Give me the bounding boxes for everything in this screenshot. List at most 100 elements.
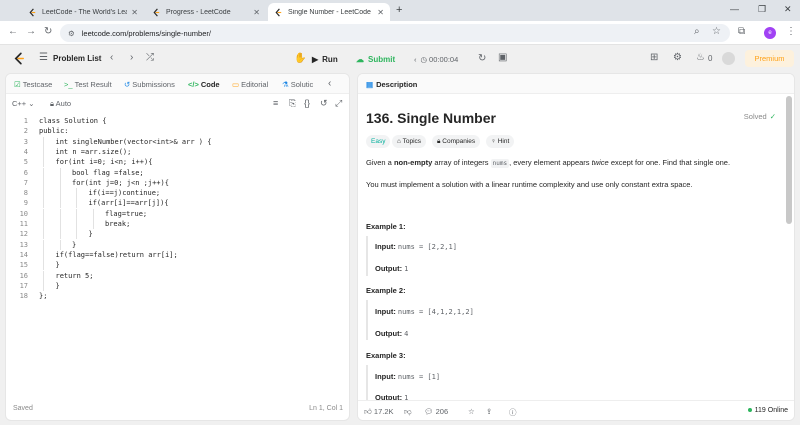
code-panel: ☑ Testcase >_ Test Result ↺ Submissions </>…: [5, 73, 350, 421]
previous-problem-icon[interactable]: ‹: [110, 52, 113, 63]
code-line[interactable]: 18};: [6, 291, 349, 301]
leetcode-header: ☰ Problem List ‹ › ⤮ ✋ ▶ Run ☁ Submit ‹ …: [0, 45, 800, 72]
code-line[interactable]: 12}: [6, 229, 349, 240]
fullscreen-icon[interactable]: ⤢: [335, 98, 342, 109]
code-line[interactable]: 7 for(int j=0; j<n ;j++){: [6, 177, 349, 188]
tab-test-result[interactable]: >_ Test Result: [64, 80, 112, 89]
description-scrollbar[interactable]: [786, 96, 792, 400]
example-output: Output: 1: [375, 264, 408, 273]
hint-tag[interactable]: ♀ Hint: [486, 135, 515, 148]
companies-tag[interactable]: 🔒︎ Companies: [432, 135, 481, 148]
indent-guide: [59, 229, 61, 240]
code-line[interactable]: 4 int n =arr.size();: [6, 146, 349, 157]
site-info-icon[interactable]: ⚙: [68, 29, 75, 38]
indent-guide: [43, 146, 44, 157]
collapse-panel-icon[interactable]: ‹: [328, 78, 331, 89]
user-avatar[interactable]: [722, 52, 735, 65]
forward-icon[interactable]: →: [26, 26, 36, 37]
debug-icon[interactable]: ✋: [294, 53, 306, 64]
text: , every element appears: [509, 158, 592, 167]
problem-list-icon[interactable]: ☰: [39, 52, 48, 63]
code-line[interactable]: 13}: [6, 239, 349, 250]
format-icon[interactable]: ≡: [273, 98, 278, 108]
tab-solutions[interactable]: ⚗ Solutic: [282, 80, 313, 89]
timer[interactable]: ‹ ◷ 00:00:04: [414, 50, 458, 68]
random-problem-icon[interactable]: ⤮: [146, 52, 154, 63]
code-line[interactable]: 8 if(i==j)continue;: [6, 188, 349, 199]
topics-tag[interactable]: ⌂ Topics: [392, 135, 427, 148]
browser-menu-icon[interactable]: ⋮: [786, 26, 796, 37]
leetcode-logo-icon[interactable]: [13, 52, 26, 65]
code-line[interactable]: 6 bool flag =false;: [6, 167, 349, 178]
code-line[interactable]: 16 return 5;: [6, 270, 349, 281]
tab-testcase[interactable]: ☑ Testcase: [14, 80, 52, 89]
close-window-icon[interactable]: ✕: [784, 4, 792, 15]
upload-cloud-icon: ☁: [356, 54, 364, 64]
tab-description[interactable]: ▤ Description: [366, 80, 417, 89]
back-icon[interactable]: ←: [8, 26, 18, 37]
example-input: Input: nums = [1]: [375, 372, 440, 381]
code-text: }: [55, 281, 60, 290]
code-line[interactable]: 10 flag=true;: [6, 208, 349, 219]
online-dot-icon: [747, 408, 752, 413]
auto-mode-toggle[interactable]: 🔒︎ Auto: [50, 99, 71, 109]
problem-list-button[interactable]: Problem List: [53, 54, 101, 63]
notes-icon[interactable]: ▣: [498, 52, 507, 63]
new-tab-button[interactable]: +: [396, 4, 402, 16]
fire-streak-icon[interactable]: ♨: [696, 52, 705, 63]
code-line[interactable]: 9 if(arr[i]==arr[j]){: [6, 198, 349, 209]
code-line[interactable]: 3 int singleNumber(vector<int>& arr ) {: [6, 136, 349, 147]
tab-editorial[interactable]: ▭ Editorial: [232, 80, 268, 89]
share-icon[interactable]: ⇪: [486, 407, 492, 416]
example-divider: [366, 300, 368, 340]
reset-timer-icon[interactable]: ↻: [478, 53, 486, 64]
dislike-icon[interactable]: 👎︎: [404, 407, 412, 417]
browser-tab-progress[interactable]: Progress - LeetCode ✕: [146, 3, 266, 21]
layout-icon[interactable]: ⊞: [650, 52, 658, 63]
extensions-icon[interactable]: ⧉: [738, 26, 745, 37]
next-problem-icon[interactable]: ›: [130, 52, 133, 63]
submit-button[interactable]: ☁ Submit: [356, 50, 395, 68]
tag-label: Hint: [497, 138, 510, 145]
problem-title[interactable]: 136. Single Number: [366, 110, 496, 126]
indent-guide: [76, 219, 77, 229]
code-text: if(i==j)continue;: [88, 189, 161, 198]
language-select[interactable]: C++ ⌄: [12, 99, 35, 108]
bookmark-star-icon[interactable]: ☆: [712, 26, 721, 37]
bookmark-icon[interactable]: ⎘: [289, 98, 296, 109]
reset-code-icon[interactable]: ↺: [320, 98, 328, 109]
code-line[interactable]: 5 for(int i=0; i<n; i++){: [6, 157, 349, 168]
code-line[interactable]: 1 class Solution {: [6, 116, 349, 126]
close-tab-icon[interactable]: ✕: [253, 8, 260, 17]
help-icon[interactable]: ⓘ: [509, 407, 517, 418]
favorite-star-icon[interactable]: ☆: [468, 407, 475, 416]
run-button[interactable]: ▶ Run: [312, 50, 338, 68]
maximize-icon[interactable]: ❐: [758, 4, 766, 15]
url-field[interactable]: ⚙ leetcode.com/problems/single-number/: [60, 24, 730, 42]
close-tab-icon[interactable]: ✕: [377, 8, 384, 17]
code-line[interactable]: 11 break;: [6, 219, 349, 229]
like-button[interactable]: 👍︎ 17.2K: [364, 407, 394, 417]
cursor-position[interactable]: Ln 1, Col 1: [309, 405, 343, 412]
settings-gear-icon[interactable]: ⚙: [673, 52, 682, 63]
reload-icon[interactable]: ↻: [44, 26, 52, 37]
minimize-icon[interactable]: —: [730, 4, 739, 14]
line-number: 14: [19, 250, 28, 259]
browser-tab-leetcode-home[interactable]: LeetCode - The World's Leadin ✕: [22, 3, 144, 21]
browser-profile-avatar[interactable]: e: [764, 27, 776, 39]
tab-submissions[interactable]: ↺ Submissions: [124, 80, 175, 89]
code-line[interactable]: 2 public:: [6, 126, 349, 136]
code-line[interactable]: 15}: [6, 260, 349, 271]
scrollbar-thumb[interactable]: [786, 96, 792, 224]
zoom-icon[interactable]: ⌕: [694, 26, 700, 37]
code-text: int n =arr.size();: [55, 147, 132, 156]
code-line[interactable]: 17}: [6, 280, 349, 291]
code-text: if(arr[i]==arr[j]){: [88, 199, 169, 208]
braces-icon[interactable]: {}: [304, 98, 310, 108]
browser-tab-single-number[interactable]: Single Number - LeetCode ✕: [268, 3, 390, 21]
close-tab-icon[interactable]: ✕: [131, 8, 138, 17]
premium-button[interactable]: Premium: [745, 50, 794, 67]
comments-button[interactable]: 💬︎ 206: [424, 407, 448, 416]
tab-code[interactable]: </> Code: [188, 80, 220, 89]
code-line[interactable]: 14 if(flag==false)return arr[i];: [6, 249, 349, 260]
